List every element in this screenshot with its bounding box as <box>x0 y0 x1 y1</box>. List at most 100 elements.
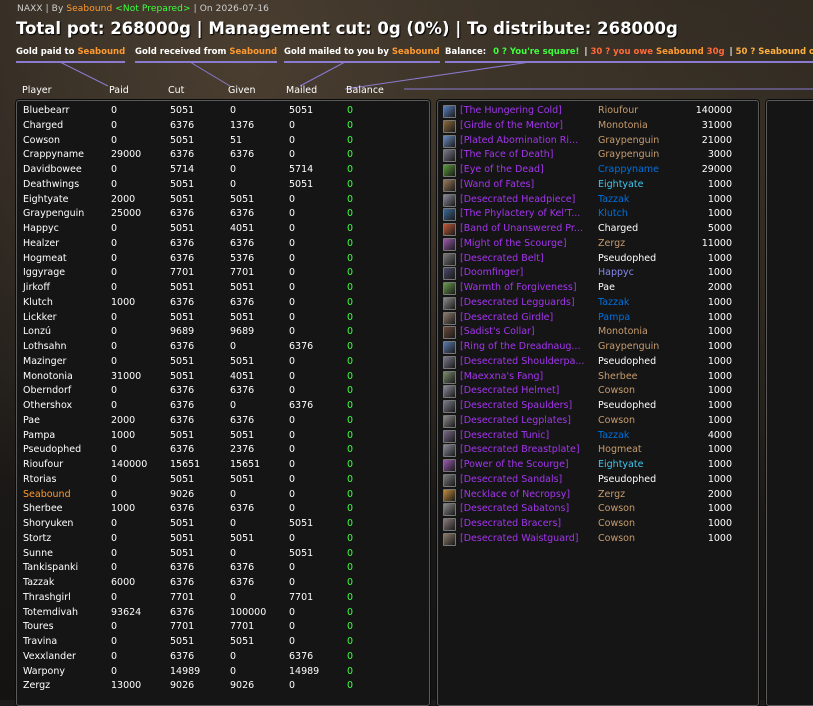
player-row[interactable]: Lickker 0 5051 5051 0 0 <box>17 312 429 326</box>
loot-row[interactable]: [Desecrated Waistguard] Cowson 1000 <box>438 532 758 547</box>
item-winner[interactable]: Cowson <box>598 533 678 544</box>
player-row[interactable]: Oberndorf 0 6376 6376 0 0 <box>17 385 429 399</box>
player-row[interactable]: Pae 2000 6376 6376 0 0 <box>17 415 429 429</box>
item-winner[interactable]: Pseudophed <box>598 474 678 485</box>
loot-row[interactable]: [Desecrated Girdle] Pampa 1000 <box>438 311 758 326</box>
loot-row[interactable]: [Desecrated Shoulderpa... Pseudophed 1000 <box>438 355 758 370</box>
player-row[interactable]: Jirkoff 0 5051 5051 0 0 <box>17 282 429 296</box>
item-winner[interactable]: Charged <box>598 223 678 234</box>
item-link[interactable]: [Desecrated Helmet] <box>460 385 595 396</box>
item-winner[interactable]: Tazzak <box>598 194 678 205</box>
player-name[interactable]: Healzer <box>23 238 59 249</box>
loot-row[interactable]: [Desecrated Belt] Pseudophed 1000 <box>438 252 758 267</box>
loot-row[interactable]: [Desecrated Sabatons] Cowson 1000 <box>438 503 758 517</box>
player-row[interactable]: Pampa 1000 5051 5051 0 0 <box>17 430 429 444</box>
player-row[interactable]: Stortz 0 5051 5051 0 0 <box>17 533 429 547</box>
item-link[interactable]: [Necklace of Necropsy] <box>460 489 595 500</box>
player-name[interactable]: Tankispanki <box>23 562 78 573</box>
item-winner[interactable]: Pseudophed <box>598 356 678 367</box>
item-winner[interactable]: Eightyate <box>598 459 678 470</box>
shoulder-icon[interactable] <box>443 459 456 472</box>
item-link[interactable]: [Power of the Scourge] <box>460 459 595 470</box>
item-link[interactable]: [Desecrated Legguards] <box>460 297 595 308</box>
item-winner[interactable]: Cowson <box>598 518 678 529</box>
player-row[interactable]: Seabound 0 9026 0 0 0 <box>17 489 429 503</box>
player-name[interactable]: Shoryuken <box>23 518 73 529</box>
player-row[interactable]: Mazinger 0 5051 5051 0 0 <box>17 356 429 370</box>
player-name[interactable]: Stortz <box>23 533 51 544</box>
player-name[interactable]: Jirkoff <box>23 282 50 293</box>
item-link[interactable]: [Doomfinger] <box>460 267 595 278</box>
player-row[interactable]: Crappyname 29000 6376 6376 0 0 <box>17 149 429 163</box>
item-winner[interactable]: Sherbee <box>598 371 678 382</box>
loot-row[interactable]: [Doomfinger] Happyc 1000 <box>438 267 758 281</box>
player-row[interactable]: Iggyrage 0 7701 7701 0 0 <box>17 267 429 281</box>
player-name[interactable]: Pseudophed <box>23 444 81 455</box>
player-row[interactable]: Charged 0 6376 1376 0 0 <box>17 120 429 134</box>
loot-row[interactable]: [Desecrated Tunic] Tazzak 4000 <box>438 429 758 444</box>
loot-row[interactable]: [Desecrated Bracers] Cowson 1000 <box>438 518 758 532</box>
shield-icon[interactable] <box>443 149 456 163</box>
item-link[interactable]: [Wand of Fates] <box>460 179 595 190</box>
player-name[interactable]: Sherbee <box>23 503 63 514</box>
loot-row[interactable]: [Desecrated Spaulders] Pseudophed 1000 <box>438 400 758 414</box>
helm-icon[interactable] <box>443 193 456 207</box>
loot-row[interactable]: [Eye of the Dead] Crappyname 29000 <box>438 164 758 178</box>
player-row[interactable]: Davidbowee 0 5714 0 5714 0 <box>17 164 429 178</box>
trinket-icon[interactable] <box>443 282 456 295</box>
player-row[interactable]: Pseudophed 0 6376 2376 0 0 <box>17 444 429 458</box>
belt-icon[interactable] <box>443 311 456 325</box>
item-winner[interactable]: Zergz <box>598 489 678 500</box>
neck-icon[interactable] <box>443 488 456 502</box>
col-paid[interactable]: Paid <box>109 85 129 96</box>
player-row[interactable]: Graypenguin 25000 6376 6376 0 0 <box>17 208 429 222</box>
player-row[interactable]: Healzer 0 6376 6376 0 0 <box>17 238 429 252</box>
item-link[interactable]: [The Hungering Cold] <box>460 105 595 116</box>
player-name[interactable]: Happyc <box>23 223 59 234</box>
loot-row[interactable]: [Girdle of the Mentor] Monotonia 31000 <box>438 119 758 134</box>
player-name[interactable]: Iggyrage <box>23 267 65 278</box>
player-row[interactable]: Sherbee 1000 6376 6376 0 0 <box>17 503 429 517</box>
boots-icon[interactable] <box>443 473 456 487</box>
item-winner[interactable]: Cowson <box>598 503 678 514</box>
loot-row[interactable]: [The Hungering Cold] Rioufour 140000 <box>438 105 758 119</box>
ring-icon[interactable] <box>443 223 456 236</box>
player-row[interactable]: Hogmeat 0 6376 5376 0 0 <box>17 253 429 267</box>
col-cut[interactable]: Cut <box>168 85 184 96</box>
player-row[interactable]: Totemdivah 93624 6376 100000 0 0 <box>17 607 429 621</box>
loot-row[interactable]: [Sadist's Collar] Monotonia 1000 <box>438 326 758 340</box>
item-link[interactable]: [Desecrated Girdle] <box>460 312 595 323</box>
loot-row[interactable]: [Maexxna's Fang] Sherbee 1000 <box>438 370 758 385</box>
player-row[interactable]: Othershox 0 6376 0 6376 0 <box>17 400 429 414</box>
item-winner[interactable]: Pae <box>598 282 678 293</box>
item-link[interactable]: [Desecrated Tunic] <box>460 430 595 441</box>
col-mailed[interactable]: Mailed <box>286 85 317 96</box>
player-row[interactable]: Deathwings 0 5051 0 5051 0 <box>17 179 429 193</box>
player-row[interactable]: Klutch 1000 6376 6376 0 0 <box>17 297 429 311</box>
item-winner[interactable]: Cowson <box>598 385 678 396</box>
dagger-icon[interactable] <box>443 370 456 384</box>
item-link[interactable]: [Desecrated Breastplate] <box>460 444 595 455</box>
item-link[interactable]: [Desecrated Bracers] <box>460 518 595 529</box>
player-row[interactable]: Tazzak 6000 6376 6376 0 0 <box>17 577 429 591</box>
loot-row[interactable]: [Band of Unanswered Pr... Charged 5000 <box>438 223 758 237</box>
loot-row[interactable]: [Desecrated Headpiece] Tazzak 1000 <box>438 193 758 208</box>
player-name[interactable]: Sunne <box>23 548 53 559</box>
item-link[interactable]: [Girdle of the Mentor] <box>460 120 595 131</box>
player-row[interactable]: Lonzú 0 9689 9689 0 0 <box>17 326 429 340</box>
player-name[interactable]: Cowson <box>23 135 60 146</box>
player-row[interactable]: Cowson 0 5051 51 0 0 <box>17 135 429 149</box>
item-link[interactable]: [Maexxna's Fang] <box>460 371 595 382</box>
item-winner[interactable]: Graypenguin <box>598 341 678 352</box>
legs-icon[interactable] <box>443 414 456 428</box>
player-name[interactable]: Zergz <box>23 680 50 691</box>
shoulder-icon[interactable] <box>443 400 456 413</box>
player-name[interactable]: Lickker <box>23 312 57 323</box>
item-link[interactable]: [Eye of the Dead] <box>460 164 595 175</box>
col-player[interactable]: Player <box>22 85 52 96</box>
player-name[interactable]: Eightyate <box>23 194 68 205</box>
player-name[interactable]: Monotonia <box>23 371 73 382</box>
loot-row[interactable]: [Desecrated Sandals] Pseudophed 1000 <box>438 473 758 488</box>
loot-row[interactable]: [Wand of Fates] Eightyate 1000 <box>438 178 758 193</box>
bracer-icon[interactable] <box>443 518 456 531</box>
